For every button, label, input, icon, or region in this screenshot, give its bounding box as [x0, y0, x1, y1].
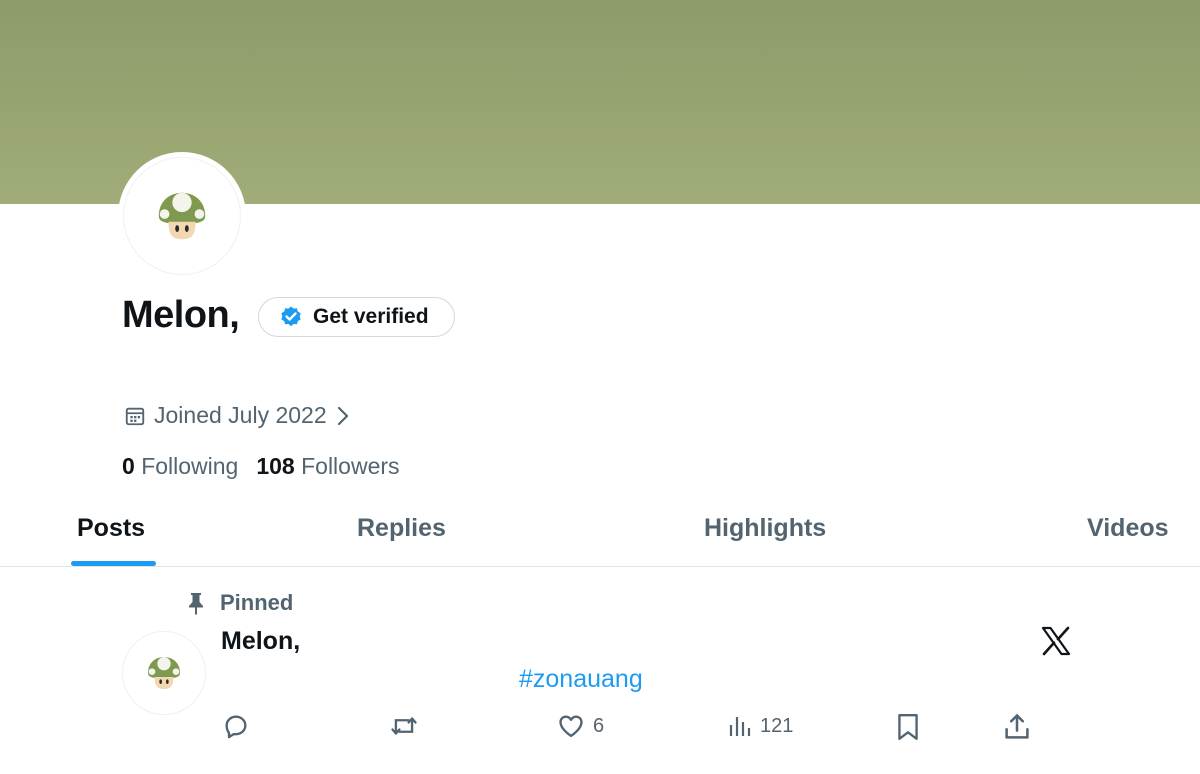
pin-icon: [189, 593, 203, 615]
views-count: 121: [760, 714, 794, 737]
post-author-name[interactable]: Melon,: [221, 627, 300, 656]
bookmark-button[interactable]: [896, 712, 920, 742]
repost-icon: [391, 717, 417, 735]
followers-link[interactable]: 108 Followers: [256, 453, 399, 480]
followers-label: Followers: [301, 453, 400, 479]
like-button[interactable]: 6: [557, 712, 604, 740]
verified-badge-icon: [281, 306, 301, 327]
profile-tabs: Posts Replies Highlights Videos: [0, 500, 1200, 567]
get-verified-button[interactable]: Get verified: [258, 297, 455, 337]
following-label: Following: [141, 453, 239, 479]
share-button[interactable]: [1003, 712, 1031, 742]
reply-icon: [225, 715, 247, 739]
x-logo-icon: [1040, 625, 1072, 662]
reply-button[interactable]: [222, 712, 250, 740]
views-icon: [729, 717, 751, 736]
follow-stats: 0 Following 108 Followers: [122, 453, 400, 480]
get-verified-label: Get verified: [313, 305, 429, 328]
active-tab-indicator: [71, 561, 156, 566]
like-count: 6: [593, 714, 605, 737]
followers-count: 108: [256, 453, 295, 479]
pinned-label: Pinned: [220, 590, 294, 615]
share-icon: [1005, 714, 1029, 739]
chevron-right-icon: [337, 406, 348, 425]
pinned-indicator: Pinned: [186, 590, 293, 616]
following-count: 0: [122, 453, 135, 479]
bookmark-icon: [898, 714, 918, 740]
tab-posts[interactable]: Posts: [77, 514, 145, 543]
mushroom-avatar: [158, 192, 206, 240]
post-author-avatar[interactable]: [122, 631, 206, 715]
calendar-icon: [125, 407, 145, 425]
joined-date-text: Joined July 2022: [154, 402, 327, 428]
post-hashtag-link[interactable]: #zonauang: [519, 665, 643, 694]
like-icon: [559, 715, 583, 738]
tab-highlights[interactable]: Highlights: [704, 514, 826, 543]
profile-avatar[interactable]: [118, 152, 246, 280]
views-button[interactable]: 121: [728, 712, 793, 740]
tab-videos[interactable]: Videos: [1087, 514, 1169, 543]
repost-button[interactable]: [389, 712, 419, 740]
profile-display-name: Melon,: [122, 294, 240, 336]
joined-date-link[interactable]: Joined July 2022: [124, 402, 351, 429]
mushroom-avatar: [148, 657, 180, 689]
tab-replies[interactable]: Replies: [357, 514, 446, 543]
following-link[interactable]: 0 Following: [122, 453, 238, 480]
